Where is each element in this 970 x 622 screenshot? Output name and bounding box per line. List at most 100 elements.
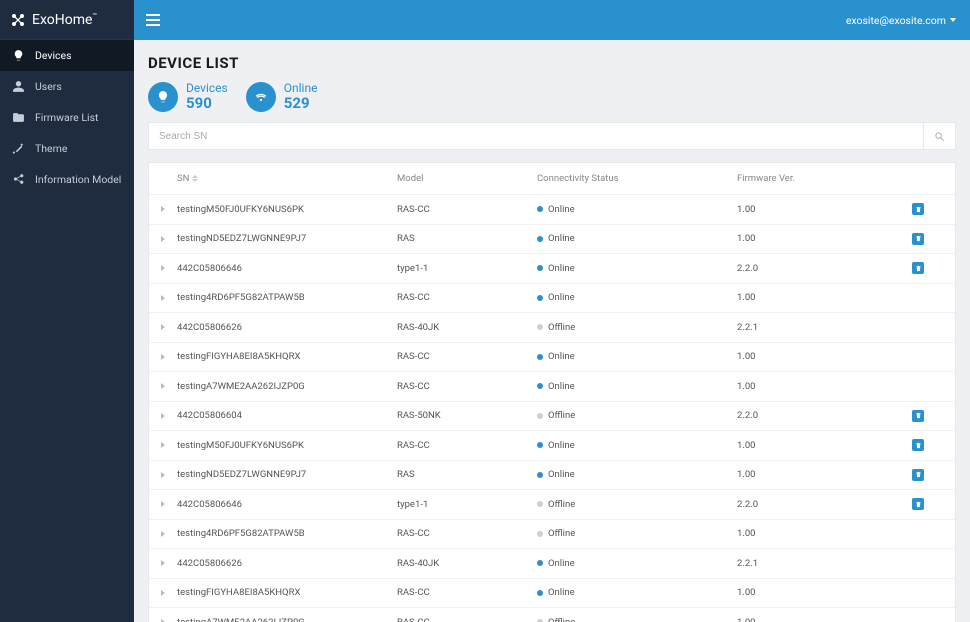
cell-sn: testingA7WME2AA262IJZP0G xyxy=(177,617,397,622)
sidebar-item-theme[interactable]: Theme xyxy=(0,133,134,164)
expand-row-icon[interactable] xyxy=(153,501,173,507)
stat-value: 529 xyxy=(284,95,318,112)
col-status[interactable]: Connectivity Status xyxy=(537,173,737,184)
cell-sn: testingM50FJ0UFKY6NUS6PK xyxy=(177,204,397,215)
sidebar-item-information-model[interactable]: Information Model xyxy=(0,164,134,195)
table-row[interactable]: testingFIGYHA8EI8A5KHQRXRAS-CCOnline1.00 xyxy=(149,579,955,609)
logo-icon xyxy=(10,12,26,28)
bulb-icon xyxy=(148,82,178,112)
cell-sn: testingM50FJ0UFKY6NUS6PK xyxy=(177,440,397,451)
table-row[interactable]: testingM50FJ0UFKY6NUS6PKRAS-CCOnline1.00 xyxy=(149,195,955,225)
expand-row-icon[interactable] xyxy=(153,590,173,596)
cell-model: RAS-50NK xyxy=(397,410,537,421)
menu-toggle-icon[interactable] xyxy=(146,14,160,26)
cell-status: Online xyxy=(537,233,737,244)
table-row[interactable]: testingND5EDZ7LWGNNE9PJ7RASOnline1.00 xyxy=(149,225,955,255)
cell-model: RAS-CC xyxy=(397,617,537,622)
row-action-button[interactable] xyxy=(912,498,924,510)
user-icon xyxy=(12,80,25,93)
cell-sn: 442C05806626 xyxy=(177,322,397,333)
sidebar-nav: DevicesUsersFirmware ListThemeInformatio… xyxy=(0,40,134,195)
device-table: SN Model Connectivity Status Firmware Ve… xyxy=(148,162,956,622)
cell-firmware: 1.00 xyxy=(737,204,912,215)
brand-logo[interactable]: ExoHome™ xyxy=(0,0,134,40)
cell-status: Online xyxy=(537,381,737,392)
expand-row-icon[interactable] xyxy=(153,265,173,271)
cell-sn: 442C05806646 xyxy=(177,263,397,274)
col-firmware[interactable]: Firmware Ver. xyxy=(737,173,912,184)
cell-model: RAS-CC xyxy=(397,381,537,392)
cell-firmware: 2.2.0 xyxy=(737,263,912,274)
cell-firmware: 2.2.1 xyxy=(737,322,912,333)
cell-model: type1-1 xyxy=(397,499,537,510)
cell-sn: testingFIGYHA8EI8A5KHQRX xyxy=(177,351,397,362)
cell-model: type1-1 xyxy=(397,263,537,274)
expand-row-icon[interactable] xyxy=(153,442,173,448)
table-row[interactable]: testingFIGYHA8EI8A5KHQRXRAS-CCOnline1.00 xyxy=(149,343,955,373)
expand-row-icon[interactable] xyxy=(153,295,173,301)
row-action-button[interactable] xyxy=(912,203,924,215)
cell-sn: testingND5EDZ7LWGNNE9PJ7 xyxy=(177,233,397,244)
cell-sn: testing4RD6PF5G82ATPAW5B xyxy=(177,292,397,303)
sidebar-item-users[interactable]: Users xyxy=(0,71,134,102)
expand-row-icon[interactable] xyxy=(153,383,173,389)
expand-row-icon[interactable] xyxy=(153,236,173,242)
cell-firmware: 1.00 xyxy=(737,233,912,244)
wifi-icon xyxy=(246,82,276,112)
table-row[interactable]: 442C05806626RAS-40JKOffline2.2.1 xyxy=(149,313,955,343)
expand-row-icon[interactable] xyxy=(153,206,173,212)
col-model[interactable]: Model xyxy=(397,173,537,184)
cell-model: RAS-CC xyxy=(397,292,537,303)
expand-row-icon[interactable] xyxy=(153,472,173,478)
expand-row-icon[interactable] xyxy=(153,354,173,360)
expand-row-icon[interactable] xyxy=(153,413,173,419)
table-row[interactable]: testingA7WME2AA262IJZP0GRAS-CCOffline1.0… xyxy=(149,608,955,622)
search-button[interactable] xyxy=(923,123,955,149)
table-row[interactable]: 442C05806646type1-1Offline2.2.0 xyxy=(149,490,955,520)
row-action-button[interactable] xyxy=(912,262,924,274)
cell-status: Online xyxy=(537,587,737,598)
stat-value: 590 xyxy=(186,95,228,112)
cell-firmware: 2.2.0 xyxy=(737,410,912,421)
trash-icon xyxy=(915,501,922,508)
expand-row-icon[interactable] xyxy=(153,324,173,330)
trash-icon xyxy=(915,442,922,449)
table-row[interactable]: testingND5EDZ7LWGNNE9PJ7RASOnline1.00 xyxy=(149,461,955,491)
row-action-button[interactable] xyxy=(912,410,924,422)
expand-row-icon[interactable] xyxy=(153,531,173,537)
cell-status: Offline xyxy=(537,410,737,421)
table-row[interactable]: 442C05806626RAS-40JKOnline2.2.1 xyxy=(149,549,955,579)
row-action-button[interactable] xyxy=(912,439,924,451)
table-row[interactable]: 442C05806646type1-1Online2.2.0 xyxy=(149,254,955,284)
expand-row-icon[interactable] xyxy=(153,560,173,566)
cell-firmware: 1.00 xyxy=(737,351,912,362)
sidebar-item-devices[interactable]: Devices xyxy=(0,40,134,71)
sidebar-item-firmware-list[interactable]: Firmware List xyxy=(0,102,134,133)
table-row[interactable]: testingA7WME2AA262IJZP0GRAS-CCOnline1.00 xyxy=(149,372,955,402)
search-input[interactable] xyxy=(149,123,923,149)
table-row[interactable]: testing4RD6PF5G82ATPAW5BRAS-CCOnline1.00 xyxy=(149,284,955,314)
row-action-button[interactable] xyxy=(912,233,924,245)
col-sn[interactable]: SN xyxy=(177,173,397,184)
trash-icon xyxy=(915,235,922,242)
status-dot-icon xyxy=(537,413,543,419)
user-email: exosite@exosite.com xyxy=(846,14,946,27)
cell-status: Online xyxy=(537,440,737,451)
cell-status: Offline xyxy=(537,617,737,622)
row-action-button[interactable] xyxy=(912,469,924,481)
table-row[interactable]: 442C05806604RAS-50NKOffline2.2.0 xyxy=(149,402,955,432)
search-icon xyxy=(934,131,945,142)
table-row[interactable]: testingM50FJ0UFKY6NUS6PKRAS-CCOnline1.00 xyxy=(149,431,955,461)
trash-icon xyxy=(915,265,922,272)
cell-status: Online xyxy=(537,263,737,274)
cell-sn: testing4RD6PF5G82ATPAW5B xyxy=(177,528,397,539)
sort-icon xyxy=(192,175,198,182)
cell-sn: 442C05806604 xyxy=(177,410,397,421)
status-dot-icon xyxy=(537,560,543,566)
cell-model: RAS xyxy=(397,469,537,480)
trash-icon xyxy=(915,412,922,419)
status-dot-icon xyxy=(537,206,543,212)
table-row[interactable]: testing4RD6PF5G82ATPAW5BRAS-CCOffline1.0… xyxy=(149,520,955,550)
user-menu[interactable]: exosite@exosite.com xyxy=(846,14,956,27)
cell-model: RAS xyxy=(397,233,537,244)
